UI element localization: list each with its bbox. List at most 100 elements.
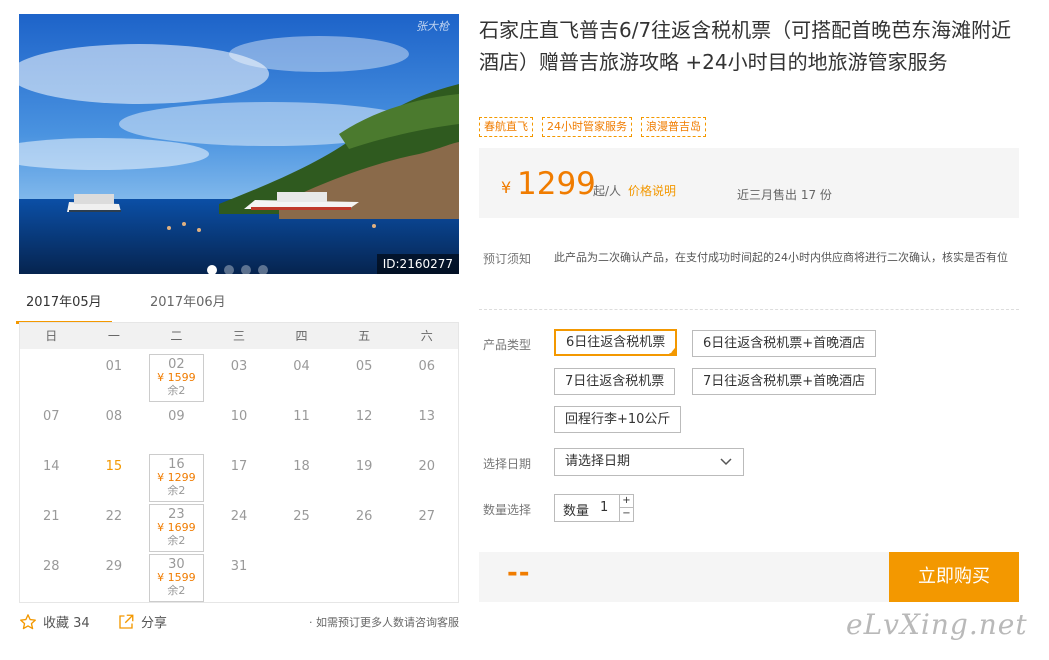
option-7day-ticket[interactable]: 7日往返含税机票	[554, 368, 676, 395]
quantity-stepper: 数量 1 + −	[554, 494, 634, 522]
calendar-days: 01 02 ¥ 1599 余2 03 04 05 06 07 08 09 10 11 12 13 14 15 16…	[20, 349, 458, 602]
tab-month-may[interactable]: 2017年05月	[16, 292, 112, 324]
calendar-day: 29	[83, 552, 146, 602]
date-select[interactable]: 请选择日期	[554, 448, 744, 476]
departure-calendar: 日 一 二 三 四 五 六 01 02 ¥ 1599 余2 03 04 05 06 07 08 09…	[19, 322, 459, 603]
day-number: 01	[105, 359, 123, 374]
notice-label: 预订须知	[483, 252, 532, 266]
weekday-sun: 日	[45, 329, 58, 343]
calendar-day: 11	[270, 402, 333, 452]
day-number: 20	[418, 459, 435, 474]
available-date-box[interactable]	[149, 454, 204, 502]
share-button[interactable]: 分享	[117, 612, 167, 631]
available-date-box[interactable]	[149, 504, 204, 552]
calendar-day[interactable]: 02 ¥ 1599 余2	[145, 352, 208, 402]
available-date-box[interactable]	[149, 354, 204, 402]
option-6day-ticket[interactable]: 6日往返含税机票 ✓	[554, 329, 678, 356]
calendar-day: 08	[83, 402, 146, 452]
calendar-day: 24	[208, 502, 271, 552]
star-icon	[20, 613, 36, 629]
calendar-day: 14	[20, 452, 83, 502]
calendar-day[interactable]: 30 ¥ 1599 余2	[145, 552, 208, 602]
calendar-day: 09	[145, 402, 208, 452]
calendar-day: 15	[83, 452, 146, 502]
weekday-tue: 二	[170, 329, 183, 343]
day-number: 28	[43, 559, 60, 574]
quantity-prefix: 数量	[563, 504, 590, 519]
day-number: 06	[418, 359, 435, 374]
carousel-dots	[207, 265, 268, 274]
calendar-day: 28	[20, 552, 83, 602]
date-select-value: 请选择日期	[565, 454, 631, 469]
purchase-bar: -- 立即购买	[479, 552, 1019, 602]
calendar-day: 10	[208, 402, 271, 452]
day-number: 29	[105, 559, 123, 574]
carousel-dot[interactable]	[241, 265, 251, 274]
day-number: 13	[418, 409, 435, 424]
currency-symbol: ¥	[501, 178, 512, 197]
price-unit: 起/人	[593, 184, 622, 198]
day-number: 25	[293, 509, 310, 524]
calendar-day: 20	[395, 452, 458, 502]
product-tags: 春航直飞 24小时管家服务 浪漫普吉岛	[479, 117, 706, 137]
day-number: 05	[355, 359, 373, 374]
quantity-increase-button[interactable]: +	[619, 495, 633, 508]
calendar-day: 31	[208, 552, 271, 602]
calendar-day[interactable]: 23 ¥ 1699 余2	[145, 502, 208, 552]
tab-month-june[interactable]: 2017年06月	[150, 292, 226, 322]
calendar-day: 19	[333, 452, 396, 502]
option-return-baggage[interactable]: 回程行李+10公斤	[554, 406, 682, 433]
booking-notice: 预订须知 此产品为二次确认产品，在支付成功时间起的24小时内供应商将进行二次确认…	[479, 248, 1019, 310]
carousel-dot[interactable]	[224, 265, 234, 274]
quantity-decrease-button[interactable]: −	[619, 508, 633, 521]
buy-now-button[interactable]: 立即购买	[889, 552, 1019, 602]
quantity-label: 数量选择	[483, 503, 532, 517]
product-photo	[19, 14, 459, 274]
price-explain-link[interactable]: 价格说明	[628, 182, 676, 199]
day-number: 15	[105, 459, 123, 474]
quantity-value[interactable]: 1	[600, 500, 608, 515]
available-date-box[interactable]	[149, 554, 204, 602]
check-icon: ✓	[668, 347, 676, 356]
calendar-day: 18	[270, 452, 333, 502]
day-number: 27	[418, 509, 435, 524]
photo-watermark: 张大枪	[416, 20, 449, 33]
calendar-day: 04	[270, 352, 333, 402]
product-type-label: 产品类型	[483, 338, 532, 352]
product-id-label: ID:2160277	[376, 254, 459, 274]
product-title: 石家庄直飞普吉6/7往返含税机票（可搭配首晚芭东海滩附近酒店）赠普吉旅游攻略 +…	[479, 18, 1012, 74]
action-footer: 收藏 34 分享 · 如需预订更多人数请咨询客服	[19, 612, 459, 634]
calendar-day: 21	[20, 502, 83, 552]
calendar-day: 27	[395, 502, 458, 552]
product-image-carousel[interactable]: 张大枪 ID:2160277	[19, 14, 459, 274]
consult-note: · 如需预订更多人数请咨询客服	[309, 616, 459, 629]
favorite-button[interactable]: 收藏 34	[19, 612, 90, 631]
calendar-day[interactable]: 16 ¥ 1299 余2	[145, 452, 208, 502]
product-tag: 春航直飞	[479, 117, 533, 137]
total-price: --	[507, 558, 531, 588]
day-number: 22	[105, 509, 123, 524]
weekday-sat: 六	[420, 329, 433, 343]
calendar-day: 03	[208, 352, 271, 402]
calendar-day: 26	[333, 502, 396, 552]
share-icon	[119, 614, 134, 629]
sold-count: 近三月售出 17 份	[737, 188, 832, 202]
option-6day-ticket-hotel[interactable]: 6日往返含税机票+首晚酒店	[692, 330, 877, 357]
day-number: 09	[168, 409, 185, 424]
price-panel: ¥ 1299 起/人 价格说明 近三月售出 17 份	[479, 148, 1019, 218]
weekday-thu: 四	[295, 329, 308, 343]
day-number: 19	[355, 459, 373, 474]
calendar-day: 12	[333, 402, 396, 452]
calendar-day: 25	[270, 502, 333, 552]
carousel-dot[interactable]	[258, 265, 268, 274]
day-number: 18	[293, 459, 310, 474]
option-7day-ticket-hotel[interactable]: 7日往返含税机票+首晚酒店	[692, 368, 877, 395]
day-number: 04	[293, 359, 310, 374]
calendar-day: 13	[395, 402, 458, 452]
day-number: 10	[230, 409, 248, 424]
calendar-day: 05	[333, 352, 396, 402]
carousel-dot[interactable]	[207, 265, 217, 274]
day-number: 07	[43, 409, 60, 424]
product-tag: 浪漫普吉岛	[641, 117, 706, 137]
calendar-weekday-header: 日 一 二 三 四 五 六	[20, 323, 458, 349]
